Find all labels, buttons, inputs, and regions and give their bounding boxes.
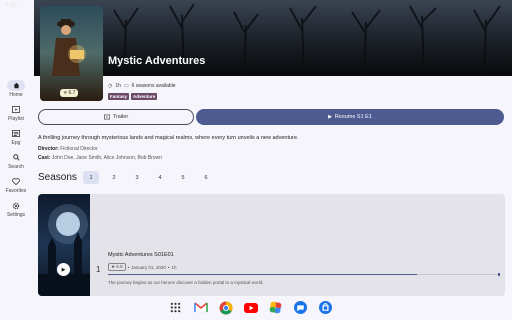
- photos-icon[interactable]: [268, 300, 283, 315]
- nav-label: Epg: [11, 140, 21, 146]
- resume-button[interactable]: ▶ Resume S1 E1: [196, 109, 504, 125]
- cast-label: Cast:: [38, 155, 51, 161]
- season-tabs: 1 2 3 4 5 6: [83, 171, 214, 184]
- episode-card[interactable]: ▶ 1 Mystic Adventures S01E01 ★ 6.9 • Jan…: [38, 194, 505, 296]
- show-duration: 1h: [115, 83, 121, 89]
- season-tab-3[interactable]: 3: [129, 171, 145, 184]
- episode-title: Mystic Adventures S01E01: [108, 252, 174, 258]
- nav-label: Favorites: [5, 188, 27, 194]
- season-tab-4[interactable]: 4: [152, 171, 168, 184]
- poster-art: [40, 6, 103, 101]
- genre-tags: Fantasy Adventure: [108, 93, 158, 100]
- episode-progress-fill: [108, 274, 417, 275]
- nav-item-favorites[interactable]: Favorites: [0, 176, 32, 200]
- episode-progress: [108, 273, 500, 276]
- episode-thumbnail-art: [38, 204, 90, 296]
- nav-label: Search: [8, 164, 24, 170]
- messages-icon[interactable]: [293, 300, 308, 315]
- season-tab-1[interactable]: 1: [83, 171, 99, 184]
- nav-item-home[interactable]: Home: [0, 80, 32, 104]
- nav-item-search[interactable]: Search: [0, 152, 32, 176]
- season-tab-2[interactable]: 2: [106, 171, 122, 184]
- seasons-heading: Seasons: [38, 172, 77, 183]
- status-time: 4:30: [5, 3, 17, 9]
- season-tab-6[interactable]: 6: [198, 171, 214, 184]
- show-title: Mystic Adventures: [108, 55, 206, 67]
- director-label: Director:: [38, 146, 59, 152]
- taskbar: [0, 296, 512, 320]
- episode-date: January 01, 2020: [131, 264, 166, 270]
- nav-label: Playlist: [8, 116, 24, 122]
- playlist-icon: [7, 104, 25, 115]
- star-icon: ★: [63, 90, 68, 96]
- poster-rating-value: 6.7: [68, 90, 76, 96]
- chrome-icon[interactable]: [218, 300, 233, 315]
- show-poster: ★ 6.7: [40, 6, 103, 101]
- episode-play-button[interactable]: ▶: [57, 263, 70, 276]
- taskbar-apps: [168, 300, 333, 315]
- episode-meta: ★ 6.9 • January 01, 2020 • 1h: [108, 263, 177, 271]
- progress-end-marker: [498, 273, 500, 276]
- play-icon: ▶: [328, 114, 332, 120]
- episode-duration: 1h: [171, 264, 177, 270]
- episode-description: The journey begins as our heroes discove…: [108, 280, 264, 285]
- apps-grid-icon[interactable]: [168, 300, 183, 315]
- resume-label: Resume S1 E1: [334, 114, 372, 120]
- status-bar: 4:30: [0, 0, 512, 12]
- search-icon: [7, 152, 25, 163]
- cast-line: Cast: John Doe, Jane Smith, Alice Johnso…: [38, 155, 162, 161]
- show-meta: ◷ 1h ▭ 6 seasons available: [108, 83, 176, 89]
- cast-names: John Doe, Jane Smith, Alice Johnson, Bob…: [51, 155, 162, 161]
- episode-rating-value: 6.9: [116, 264, 123, 269]
- nav-item-playlist[interactable]: Playlist: [0, 104, 32, 128]
- nav-item-settings[interactable]: Settings: [0, 200, 32, 224]
- episode-thumbnail: ▶: [38, 194, 90, 296]
- show-description: A thrilling journey through mysterious l…: [38, 135, 299, 141]
- video-icon: [103, 114, 110, 120]
- gmail-icon[interactable]: [193, 300, 208, 315]
- trailer-label: Trailer: [112, 114, 129, 120]
- nav-item-epg[interactable]: Epg: [0, 128, 32, 152]
- director-line: Director: Fictional Director: [38, 146, 98, 152]
- app-store-icon[interactable]: [318, 300, 333, 315]
- nav-label: Home: [9, 92, 23, 98]
- side-navigation: Home Playlist Epg Search Favorites Setti…: [0, 80, 32, 224]
- tv-icon: ▭: [123, 83, 129, 89]
- nav-label: Settings: [6, 212, 26, 218]
- home-icon: [7, 80, 25, 91]
- director-name: Fictional Director: [60, 146, 98, 152]
- trailer-button[interactable]: Trailer: [38, 109, 194, 125]
- separator: •: [167, 264, 170, 270]
- genre-tag: Adventure: [131, 93, 158, 100]
- genre-tag: Fantasy: [108, 93, 130, 100]
- gear-icon: [7, 200, 25, 211]
- episode-rating: ★ 6.9: [108, 263, 126, 271]
- episode-number: 1: [96, 265, 101, 274]
- heart-icon: [7, 176, 25, 187]
- epg-icon: [7, 128, 25, 139]
- clock-icon: ◷: [108, 83, 113, 89]
- seasons-available: 6 seasons available: [131, 83, 176, 89]
- season-tab-5[interactable]: 5: [175, 171, 191, 184]
- separator: •: [127, 264, 130, 270]
- poster-rating-badge: ★ 6.7: [60, 89, 79, 97]
- youtube-icon[interactable]: [243, 300, 258, 315]
